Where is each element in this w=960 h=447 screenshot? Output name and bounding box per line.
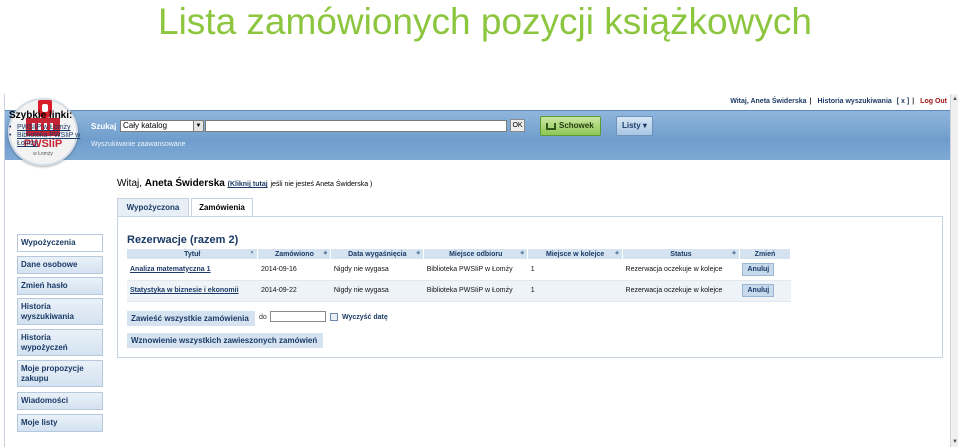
table-header-row: Tytuł ▼ Zamówiono ◆ Data wygaśnięcia ◆ Miej…: [127, 249, 792, 259]
reservation-status: Rezerwacja oczekuje w kolejce: [622, 280, 740, 302]
schowek-button[interactable]: Schowek: [540, 116, 601, 136]
pickup-location: Biblioteka PWSIiP w Łomży: [423, 259, 528, 281]
sort-icon: ◆: [520, 250, 525, 256]
listy-button[interactable]: Listy ▾: [616, 116, 653, 136]
sort-icon: ▼: [249, 250, 255, 256]
ordered-date: 2014-09-22: [257, 280, 331, 302]
expiry-date: Nigdy nie wygasa: [330, 280, 424, 302]
nav-item-historia-wypozyczen[interactable]: Historia wypożyczeń: [17, 329, 103, 356]
greeting-link[interactable]: Witaj, Aneta Świderska: [730, 98, 806, 105]
cart-icon: [546, 123, 556, 130]
reservations-title: Rezerwacje (razem 2): [127, 234, 239, 246]
slide-title: Lista zamówionych pozycji książkowych: [158, 1, 812, 42]
list-item: PWSIiP w Łomży: [9, 124, 101, 132]
clear-date-link[interactable]: Wyczyść datę: [342, 314, 388, 321]
column-header[interactable]: Tytuł ▼: [127, 249, 259, 259]
table-row: Analiza matematyczna 1 2014-09-16 Nigdy …: [127, 259, 791, 281]
cancel-button[interactable]: Anuluj: [742, 262, 775, 276]
quick-link[interactable]: Biblioteka PWSIiP w Łomży: [17, 132, 80, 147]
header-bar: Szukaj Cały katalog ▼ OK Schowek Listy ▾…: [5, 110, 950, 160]
queue-position: 1: [527, 280, 623, 302]
search-history-link[interactable]: Historia wyszukiwania: [817, 98, 891, 105]
top-bar: Witaj, Aneta Świderska | Historia wyszukiw…: [730, 98, 947, 105]
nav-item-dane-osobowe[interactable]: Dane osobowe: [17, 256, 103, 274]
nav-item-wypozyczenia[interactable]: Wypożyczenia: [17, 234, 103, 252]
nav-item-propozycje-zakupu[interactable]: Moje propozycje zakupu: [17, 360, 103, 387]
ordered-date: 2014-09-16: [257, 259, 331, 281]
search-input[interactable]: [205, 120, 507, 132]
quick-links-list: PWSIiP w Łomży Biblioteka PWSIiP w Łomży: [9, 124, 101, 148]
schowek-label: Schowek: [559, 121, 594, 130]
catalog-select-value: Cały katalog: [123, 121, 168, 130]
nav-item-zmien-haslo[interactable]: Zmień hasło: [17, 277, 103, 295]
chevron-down-icon[interactable]: ▼: [193, 121, 203, 131]
sort-icon: ◆: [323, 250, 328, 256]
sort-icon: ◆: [416, 250, 421, 256]
welcome-line: Witaj, Aneta Świderska (Kliknij tutaj je…: [117, 178, 372, 189]
suspend-all-button[interactable]: Zawieść wszystkie zamówienia: [127, 311, 255, 326]
ok-button[interactable]: OK: [510, 119, 525, 132]
reservation-title-link[interactable]: Statystyka w biznesie i ekonomii: [130, 287, 239, 294]
reservation-status: Rezerwacja oczekuje w kolejce: [622, 259, 740, 281]
opac-screenshot: Witaj, Aneta Świderska | Historia wyszukiw…: [4, 94, 958, 447]
tab-wypozyczona[interactable]: Wypożyczona: [117, 198, 189, 217]
cancel-button[interactable]: Anuluj: [742, 284, 775, 297]
pickup-location: Biblioteka PWSIiP w Łomży: [423, 280, 528, 302]
sort-icon: ◆: [615, 250, 620, 256]
not-me-link[interactable]: (Kliknij tutaj: [228, 181, 268, 188]
logout-link[interactable]: Log Out: [920, 98, 947, 105]
column-header: Zmień: [739, 249, 792, 259]
column-header[interactable]: Zamówiono ◆: [257, 249, 332, 259]
table-row: Statystyka w biznesie i ekonomii 2014-09…: [127, 280, 791, 302]
advanced-search-link[interactable]: Wyszukiwanie zaawansowane: [91, 141, 185, 148]
vertical-scrollbar[interactable]: ▲ ▼: [950, 94, 958, 447]
catalog-select[interactable]: Cały katalog ▼: [120, 120, 204, 132]
logo-subtext: w Łomży: [33, 151, 53, 157]
expiry-date: Nigdy nie wygasa: [330, 259, 424, 281]
until-label: do: [259, 314, 267, 321]
history-count[interactable]: [ x ]: [897, 98, 909, 105]
column-header[interactable]: Miejsce odbioru ◆: [423, 249, 529, 259]
column-header[interactable]: Miejsce w kolejce ◆: [527, 249, 624, 259]
welcome-rest: jeśli nie jesteś Aneta Świderska ): [270, 181, 373, 188]
suspend-date-input[interactable]: [270, 311, 326, 322]
scroll-down-icon[interactable]: ▼: [952, 439, 958, 445]
tab-zamowienia[interactable]: Zamówienia: [191, 198, 253, 218]
reservations-panel: Rezerwacje (razem 2) Tytuł ▼ Zamówiono ◆ D…: [117, 216, 943, 358]
reservations-table: Tytuł ▼ Zamówiono ◆ Data wygaśnięcia ◆ Miej…: [127, 249, 792, 302]
scroll-up-icon[interactable]: ▲: [952, 96, 958, 102]
column-header[interactable]: Data wygaśnięcia ◆: [330, 249, 425, 259]
list-item: Biblioteka PWSIiP w Łomży: [9, 132, 101, 148]
queue-position: 1: [527, 259, 623, 281]
resume-all-button[interactable]: Wznowienie wszystkich zawieszonych zamów…: [127, 333, 323, 348]
nav-item-historia-wyszukiwania[interactable]: Historia wyszukiwania: [17, 298, 103, 325]
quick-link[interactable]: PWSIiP w Łomży: [17, 124, 71, 131]
calendar-icon[interactable]: [330, 313, 338, 321]
sort-icon: ◆: [732, 250, 736, 256]
column-header[interactable]: Status ◆: [622, 249, 740, 259]
quick-links-title: Szybkie linki:: [9, 110, 73, 121]
user-name: Aneta Świderska: [144, 178, 225, 189]
welcome-prefix: Witaj,: [117, 178, 142, 189]
nav-item-moje-listy[interactable]: Moje listy: [17, 414, 103, 432]
reservation-title-link[interactable]: Analiza matematyczna 1: [130, 266, 211, 273]
nav-item-wiadomosci[interactable]: Wiadomości: [17, 392, 103, 410]
